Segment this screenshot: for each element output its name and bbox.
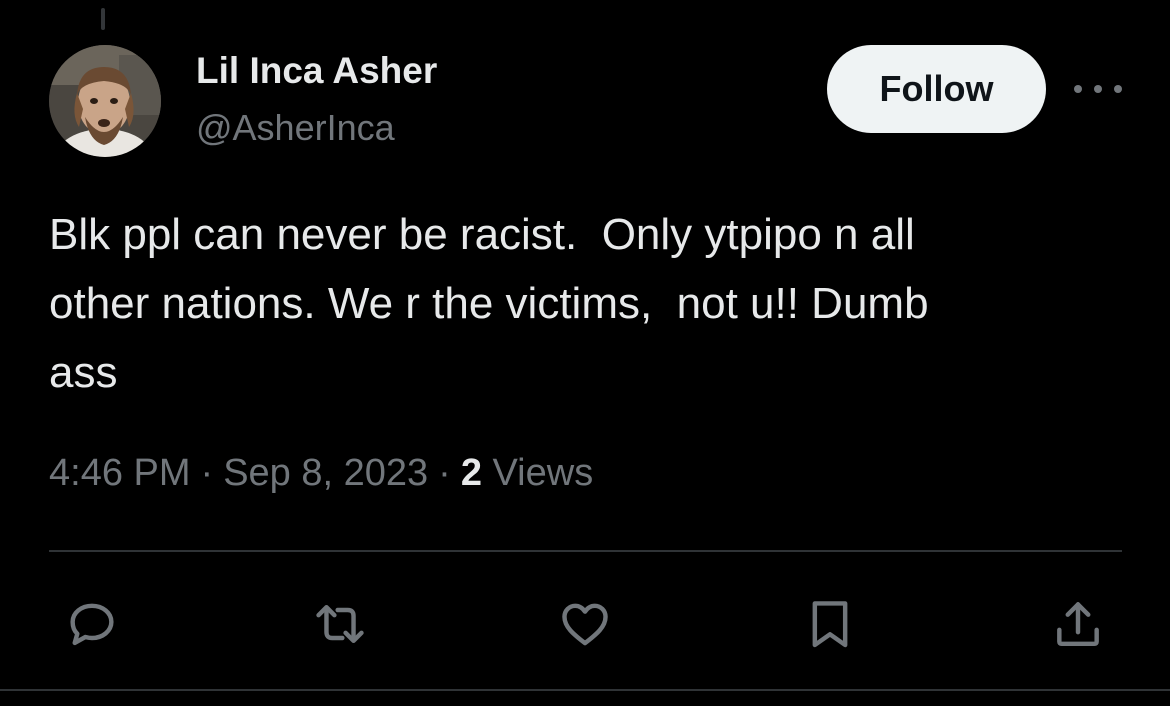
reply-icon[interactable] bbox=[64, 596, 120, 652]
thread-connector-line bbox=[101, 8, 105, 30]
avatar-image bbox=[49, 45, 161, 157]
meta-separator: · bbox=[438, 452, 451, 494]
like-icon[interactable] bbox=[557, 596, 613, 652]
author-handle[interactable]: @AsherInca bbox=[196, 107, 395, 149]
meta-separator: · bbox=[200, 452, 214, 494]
share-icon[interactable] bbox=[1050, 596, 1106, 652]
views-count: 2 bbox=[460, 452, 482, 494]
tweet-date[interactable]: Sep 8, 2023 bbox=[223, 452, 428, 494]
more-horizontal-icon[interactable] bbox=[1074, 76, 1122, 102]
more-dot bbox=[1074, 85, 1082, 93]
more-dot bbox=[1094, 85, 1102, 93]
views-label: Views bbox=[492, 452, 594, 494]
repost-icon[interactable] bbox=[312, 596, 368, 652]
tweet-text: Blk ppl can never be racist. Only ytpipo… bbox=[49, 210, 929, 397]
divider bbox=[49, 550, 1122, 552]
bookmark-icon[interactable] bbox=[802, 596, 858, 652]
user-avatar[interactable] bbox=[49, 45, 161, 157]
author-display-name[interactable]: Lil Inca Asher bbox=[196, 50, 437, 92]
more-dot bbox=[1114, 85, 1122, 93]
tweet-time[interactable]: 4:46 PM bbox=[49, 452, 191, 494]
divider bbox=[0, 689, 1170, 691]
tweet-meta: 4:46 PM · Sep 8, 2023 · 2 Views bbox=[49, 452, 593, 495]
follow-button[interactable]: Follow bbox=[827, 45, 1046, 133]
